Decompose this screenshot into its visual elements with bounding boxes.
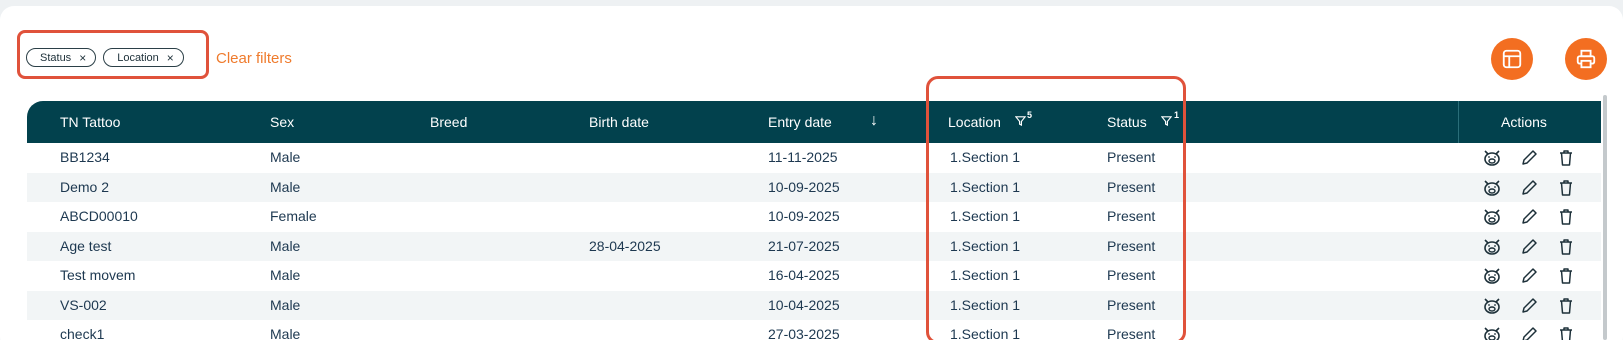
cell-tattoo[interactable]: check1 <box>60 326 104 340</box>
column-header-tattoo[interactable]: TN Tattoo <box>60 114 120 130</box>
trash-icon[interactable] <box>1554 235 1578 259</box>
cell-tattoo[interactable]: Test movem <box>60 267 135 283</box>
column-header-sex[interactable]: Sex <box>270 114 294 130</box>
cell-entry: 16-04-2025 <box>768 267 840 283</box>
print-icon <box>1576 49 1596 69</box>
cell-sex: Male <box>270 296 301 313</box>
table-row[interactable]: VS-002 Male 10-04-2025 1.Section 1 Present <box>27 290 1601 320</box>
row-actions <box>1480 264 1578 288</box>
column-header-actions: Actions <box>1501 114 1547 130</box>
filter-chips-highlight <box>17 30 209 79</box>
cell-tattoo[interactable]: VS-002 <box>60 297 107 313</box>
pencil-icon[interactable] <box>1517 176 1541 200</box>
pencil-icon[interactable] <box>1517 146 1541 170</box>
cell-entry: 21-07-2025 <box>768 237 840 254</box>
clear-filters-link[interactable]: Clear filters <box>216 50 292 67</box>
pig-icon[interactable] <box>1480 235 1504 259</box>
table-row[interactable]: BB1234 Male 11-11-2025 1.Section 1 Present <box>27 143 1601 173</box>
pig-icon[interactable] <box>1480 205 1504 229</box>
cell-tattoo[interactable]: Age test <box>60 238 111 254</box>
cell-sex: Male <box>270 326 301 340</box>
table-body: BB1234 Male 11-11-2025 1.Section 1 Present De… <box>27 143 1601 340</box>
cell-entry: 10-09-2025 <box>768 178 840 195</box>
row-actions <box>1480 146 1578 170</box>
pig-icon[interactable] <box>1480 323 1504 340</box>
column-header-breed[interactable]: Breed <box>430 114 467 130</box>
trash-icon[interactable] <box>1554 205 1578 229</box>
table-row[interactable]: Test movem Male 16-04-2025 1.Section 1 Prese… <box>27 261 1601 291</box>
row-actions <box>1480 205 1578 229</box>
pig-icon[interactable] <box>1480 294 1504 318</box>
print-button[interactable] <box>1565 38 1607 80</box>
cell-entry: 10-04-2025 <box>768 296 840 313</box>
table-columns-icon <box>1502 49 1522 69</box>
row-actions <box>1480 235 1578 259</box>
trash-icon[interactable] <box>1554 294 1578 318</box>
pig-icon[interactable] <box>1480 146 1504 170</box>
sort-desc-icon[interactable]: ↓ <box>870 112 878 130</box>
row-actions <box>1480 294 1578 318</box>
cell-sex: Male <box>270 149 301 165</box>
cell-tattoo[interactable]: BB1234 <box>60 149 110 165</box>
table-row[interactable]: Age test Male 28-04-2025 21-07-2025 1.Sectio… <box>27 231 1601 261</box>
trash-icon[interactable] <box>1554 146 1578 170</box>
table-row[interactable]: check1 Male 27-03-2025 1.Section 1 Present <box>27 320 1601 340</box>
table-header: TN Tattoo Sex Breed Birth date Entry dat… <box>27 101 1601 143</box>
pencil-icon[interactable] <box>1517 235 1541 259</box>
trash-icon[interactable] <box>1554 323 1578 340</box>
actions-divider <box>1458 101 1459 143</box>
cell-sex: Male <box>270 267 301 283</box>
pencil-icon[interactable] <box>1517 294 1541 318</box>
trash-icon[interactable] <box>1554 176 1578 200</box>
pencil-icon[interactable] <box>1517 323 1541 340</box>
row-actions <box>1480 323 1578 340</box>
scrollbar[interactable] <box>1603 95 1607 340</box>
cell-entry: 10-09-2025 <box>768 208 840 224</box>
animals-table: TN Tattoo Sex Breed Birth date Entry dat… <box>27 101 1601 340</box>
trash-icon[interactable] <box>1554 264 1578 288</box>
cell-tattoo[interactable]: Demo 2 <box>60 179 109 195</box>
pencil-icon[interactable] <box>1517 264 1541 288</box>
columns-button[interactable] <box>1491 38 1533 80</box>
cell-birth: 28-04-2025 <box>589 237 661 254</box>
row-actions <box>1480 176 1578 200</box>
pig-icon[interactable] <box>1480 176 1504 200</box>
cell-tattoo[interactable]: ABCD00010 <box>60 208 138 224</box>
cell-sex: Male <box>270 178 301 195</box>
cell-entry: 11-11-2025 <box>768 149 838 165</box>
column-header-entry-date[interactable]: Entry date <box>768 114 832 130</box>
cell-sex: Male <box>270 237 301 254</box>
cell-sex: Female <box>270 208 317 224</box>
pencil-icon[interactable] <box>1517 205 1541 229</box>
table-row[interactable]: Demo 2 Male 10-09-2025 1.Section 1 Present <box>27 172 1601 202</box>
table-row[interactable]: ABCD00010 Female 10-09-2025 1.Section 1 Pres… <box>27 202 1601 232</box>
filtered-columns-highlight <box>926 76 1186 340</box>
pig-icon[interactable] <box>1480 264 1504 288</box>
content-card: Status × Location × Clear filters TN Tat… <box>0 6 1623 340</box>
cell-entry: 27-03-2025 <box>768 326 840 340</box>
column-header-birth-date[interactable]: Birth date <box>589 114 649 130</box>
